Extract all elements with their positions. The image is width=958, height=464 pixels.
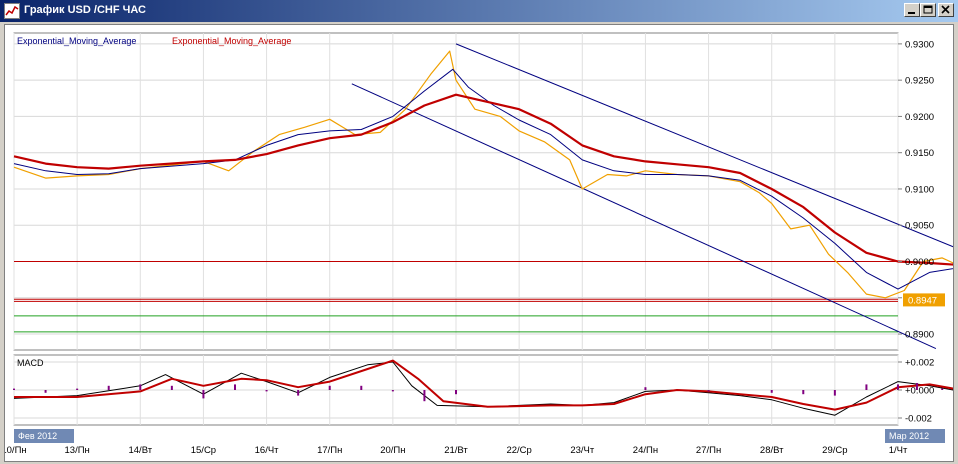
time-tick-label: 15/Ср	[191, 445, 216, 456]
price-tick-label: 0.9000	[905, 257, 934, 268]
close-icon	[941, 5, 950, 14]
time-tick-label: 22/Ср	[506, 445, 531, 456]
price-tick-label: 0.9100	[905, 184, 934, 195]
time-tick-label: 16/Чт	[255, 445, 280, 456]
time-tick-label: 10/Пн	[5, 445, 27, 456]
price-label-box: 0.8947	[903, 293, 945, 307]
current-price-label: 0.8947	[908, 295, 937, 306]
macd-tick-label: +0.000	[905, 386, 934, 397]
price-tick-label: 0.8900	[905, 330, 934, 341]
time-tick-label: 27/Пн	[696, 445, 721, 456]
time-tick-label: 17/Пн	[317, 445, 342, 456]
time-tick-label: 14/Вт	[128, 445, 152, 456]
chart-area[interactable]: 0.9300 0.9250 0.9200 0.9150 0.9100 0.9050 0.90…	[4, 24, 954, 462]
time-tick-label: 23/Чт	[570, 445, 595, 456]
time-tick-label: 28/Вт	[760, 445, 784, 456]
restore-button[interactable]	[920, 3, 936, 17]
minimize-icon	[908, 12, 915, 14]
time-tick-label: 29/Ср	[822, 445, 847, 456]
title-bar[interactable]: График USD /CHF ЧАС	[0, 0, 958, 22]
macd-tick-label: -0.002	[905, 414, 932, 425]
macd-title: MACD	[17, 358, 44, 368]
legend-ema-fast: Exponential_Moving_Average	[17, 36, 136, 46]
price-tick-label: 0.9300	[905, 39, 934, 50]
period-start-label: Фев 2012	[14, 429, 74, 443]
price-tick-label: 0.9200	[905, 112, 934, 123]
close-button[interactable]	[938, 3, 954, 17]
chart-canvas[interactable]: 0.9300 0.9250 0.9200 0.9150 0.9100 0.9050 0.90…	[5, 25, 953, 461]
price-tick-label: 0.9150	[905, 148, 934, 159]
window-title: График USD /CHF ЧАС	[24, 4, 146, 16]
time-tick-label: 24/Пн	[633, 445, 658, 456]
restore-icon	[923, 5, 933, 14]
time-tick-label: 20/Пн	[380, 445, 405, 456]
price-tick-label: 0.9050	[905, 221, 934, 232]
period-end-label: Мар 2012	[885, 429, 945, 443]
price-tick-label: 0.9250	[905, 76, 934, 87]
chart-window: График USD /CHF ЧАС 0.9300 0.9250 0.9200 0.…	[0, 0, 958, 464]
time-tick-label: 1/Чт	[889, 445, 908, 456]
minimize-button[interactable]	[904, 3, 920, 17]
chart-app-icon	[4, 3, 20, 19]
period-start-text: Фев 2012	[18, 431, 57, 441]
time-tick-label: 13/Пн	[65, 445, 90, 456]
period-end-text: Мар 2012	[889, 431, 929, 441]
legend-ema-slow: Exponential_Moving_Average	[172, 36, 291, 46]
time-tick-label: 21/Вт	[444, 445, 468, 456]
macd-tick-label: +0.002	[905, 358, 934, 369]
